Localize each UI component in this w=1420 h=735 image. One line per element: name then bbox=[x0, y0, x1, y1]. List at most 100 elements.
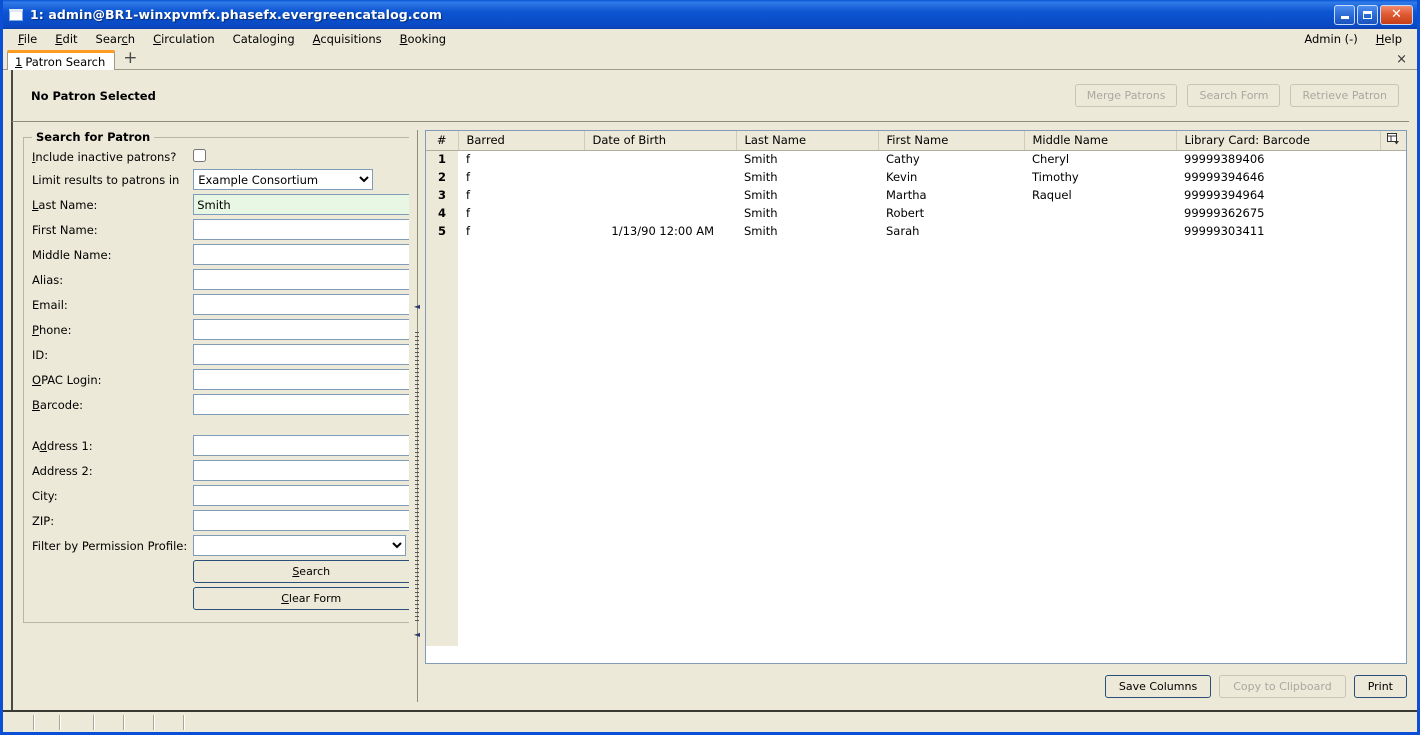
filler-index-col bbox=[426, 240, 458, 646]
cell-dob bbox=[584, 205, 736, 223]
cell-last-name: Smith bbox=[744, 152, 778, 167]
first-name-input[interactable] bbox=[193, 219, 430, 240]
search-button[interactable]: Search bbox=[193, 560, 430, 583]
id-label: ID: bbox=[32, 347, 49, 362]
opac-login-label: OPAC Login: bbox=[32, 372, 102, 387]
splitter-collapse-down-icon[interactable]: ◄ bbox=[414, 630, 420, 639]
cell-index: 4 bbox=[426, 204, 458, 223]
phone-input[interactable] bbox=[193, 319, 430, 340]
cell-pad bbox=[1380, 187, 1406, 205]
cell-barcode: 99999303411 bbox=[1184, 224, 1265, 238]
cell-middle-name: Raquel bbox=[1032, 188, 1072, 202]
results-header-row: # Barred Date of Birth Last Name First N… bbox=[426, 131, 1406, 151]
menu-item-help[interactable]: Help bbox=[1367, 30, 1411, 48]
cell-pad bbox=[1380, 223, 1406, 241]
address2-input[interactable] bbox=[193, 460, 430, 481]
barcode-input[interactable] bbox=[193, 394, 430, 415]
panel-splitter[interactable]: ◄ ◄ bbox=[409, 122, 425, 710]
maximize-button[interactable] bbox=[1357, 4, 1378, 25]
column-header-library-card[interactable]: Library Card: Barcode bbox=[1176, 131, 1381, 151]
city-input[interactable] bbox=[193, 485, 430, 506]
minimize-icon bbox=[1340, 16, 1349, 19]
email-input[interactable] bbox=[193, 294, 430, 315]
table-row[interactable]: 4 f Smith Robert 99999362675 bbox=[426, 204, 1406, 223]
window-icon bbox=[9, 8, 23, 21]
limit-results-label: Limit results to patrons in bbox=[32, 172, 180, 187]
menu-item-edit[interactable]: Edit bbox=[46, 30, 86, 48]
patron-status-label: No Patron Selected bbox=[31, 88, 156, 103]
window-title: 1: admin@BR1-winxpvmfx.phasefx.evergreen… bbox=[30, 7, 442, 22]
save-columns-button[interactable]: Save Columns bbox=[1104, 675, 1212, 698]
table-row[interactable]: 5 f 1/13/90 12:00 AM Smith Sarah 9999930… bbox=[426, 222, 1406, 241]
menu-item-cataloging[interactable]: Cataloging bbox=[224, 30, 304, 48]
menu-item-search[interactable]: Search bbox=[87, 30, 145, 48]
merge-patrons-button[interactable]: Merge Patrons bbox=[1074, 84, 1178, 107]
menu-item-circulation[interactable]: Circulation bbox=[144, 30, 224, 48]
permission-profile-select[interactable] bbox=[193, 535, 407, 556]
menu-item-acquisitions[interactable]: Acquisitions bbox=[304, 30, 391, 48]
column-header-barred[interactable]: Barred bbox=[458, 131, 585, 151]
cell-last-name: Smith bbox=[744, 170, 778, 184]
form-row-middle-name: Middle Name: bbox=[32, 242, 430, 267]
limit-results-select[interactable]: Example Consortium bbox=[193, 169, 374, 190]
cell-barcode: 99999394646 bbox=[1184, 170, 1265, 184]
form-row-search-button: Search bbox=[32, 558, 430, 585]
close-tab-button[interactable]: × bbox=[1396, 52, 1417, 69]
clear-form-button[interactable]: Clear Form bbox=[193, 587, 430, 610]
form-row-phone: Phone: bbox=[32, 317, 430, 342]
address1-input[interactable] bbox=[193, 435, 430, 456]
opac-login-input[interactable] bbox=[193, 369, 430, 390]
menu-item-booking[interactable]: Booking bbox=[391, 30, 455, 48]
include-inactive-label: Include inactive patrons? bbox=[32, 150, 177, 164]
id-input[interactable] bbox=[193, 344, 430, 365]
title-bar: 1: admin@BR1-winxpvmfx.phasefx.evergreen… bbox=[3, 0, 1417, 29]
column-header-first-name[interactable]: First Name bbox=[878, 131, 1025, 151]
column-header-dob[interactable]: Date of Birth bbox=[584, 131, 737, 151]
menu-item-file[interactable]: File bbox=[9, 30, 46, 48]
cell-barred: f bbox=[466, 224, 471, 238]
cell-index: 2 bbox=[426, 168, 458, 187]
first-name-label: First Name: bbox=[32, 222, 98, 237]
form-row-barcode: Barcode: bbox=[32, 392, 430, 417]
splitter-collapse-up-icon[interactable]: ◄ bbox=[414, 302, 420, 311]
form-row-permission: Filter by Permission Profile: bbox=[32, 533, 429, 558]
table-row[interactable]: 2 f Smith Kevin Timothy 99999394646 bbox=[426, 168, 1406, 187]
middle-name-label: Middle Name: bbox=[32, 247, 112, 262]
menu-item-admin[interactable]: Admin (-) bbox=[1295, 30, 1366, 48]
cell-first-name: Martha bbox=[886, 188, 927, 202]
table-row[interactable]: 3 f Smith Martha Raquel 99999394964 bbox=[426, 186, 1406, 205]
middle-name-input[interactable] bbox=[193, 244, 430, 265]
table-filler-row bbox=[426, 240, 1406, 646]
print-button[interactable]: Print bbox=[1353, 675, 1407, 698]
alias-input[interactable] bbox=[193, 269, 430, 290]
status-segment-3 bbox=[61, 715, 95, 730]
form-row-first-name: First Name: bbox=[32, 217, 430, 242]
minimize-button[interactable] bbox=[1334, 4, 1355, 25]
retrieve-patron-button[interactable]: Retrieve Patron bbox=[1290, 84, 1399, 107]
column-header-middle-name[interactable]: Middle Name bbox=[1024, 131, 1177, 151]
close-button[interactable]: ✕ bbox=[1380, 4, 1413, 25]
column-header-index[interactable]: # bbox=[426, 131, 459, 151]
search-form-button[interactable]: Search Form bbox=[1187, 84, 1281, 107]
last-name-input[interactable] bbox=[193, 194, 430, 215]
column-picker-icon[interactable] bbox=[1380, 131, 1406, 151]
form-row-spacer bbox=[32, 417, 429, 433]
window-controls: ✕ bbox=[1334, 4, 1415, 25]
zip-input[interactable] bbox=[193, 510, 430, 531]
include-inactive-cell bbox=[193, 147, 429, 167]
phone-label: Phone: bbox=[32, 322, 72, 337]
column-header-last-name[interactable]: Last Name bbox=[736, 131, 879, 151]
splitter-grip[interactable] bbox=[415, 332, 419, 622]
results-action-bar: Save Columns Copy to Clipboard Print bbox=[425, 664, 1407, 702]
form-spacer bbox=[32, 417, 429, 433]
table-row[interactable]: 1 f Smith Cathy Cheryl 99999389406 bbox=[426, 150, 1406, 169]
include-inactive-checkbox[interactable] bbox=[193, 149, 207, 162]
tab-patron-search[interactable]: 1 Patron Search bbox=[7, 50, 116, 70]
copy-to-clipboard-button[interactable]: Copy to Clipboard bbox=[1219, 675, 1346, 698]
form-row-clear-button: Clear Form bbox=[32, 585, 430, 612]
results-table-body: 1 f Smith Cathy Cheryl 99999389406 2 f S… bbox=[426, 150, 1406, 646]
status-segment-1 bbox=[5, 715, 35, 730]
new-tab-button[interactable]: + bbox=[115, 50, 144, 69]
status-segment-2 bbox=[35, 715, 61, 730]
cell-index: 3 bbox=[426, 186, 458, 205]
